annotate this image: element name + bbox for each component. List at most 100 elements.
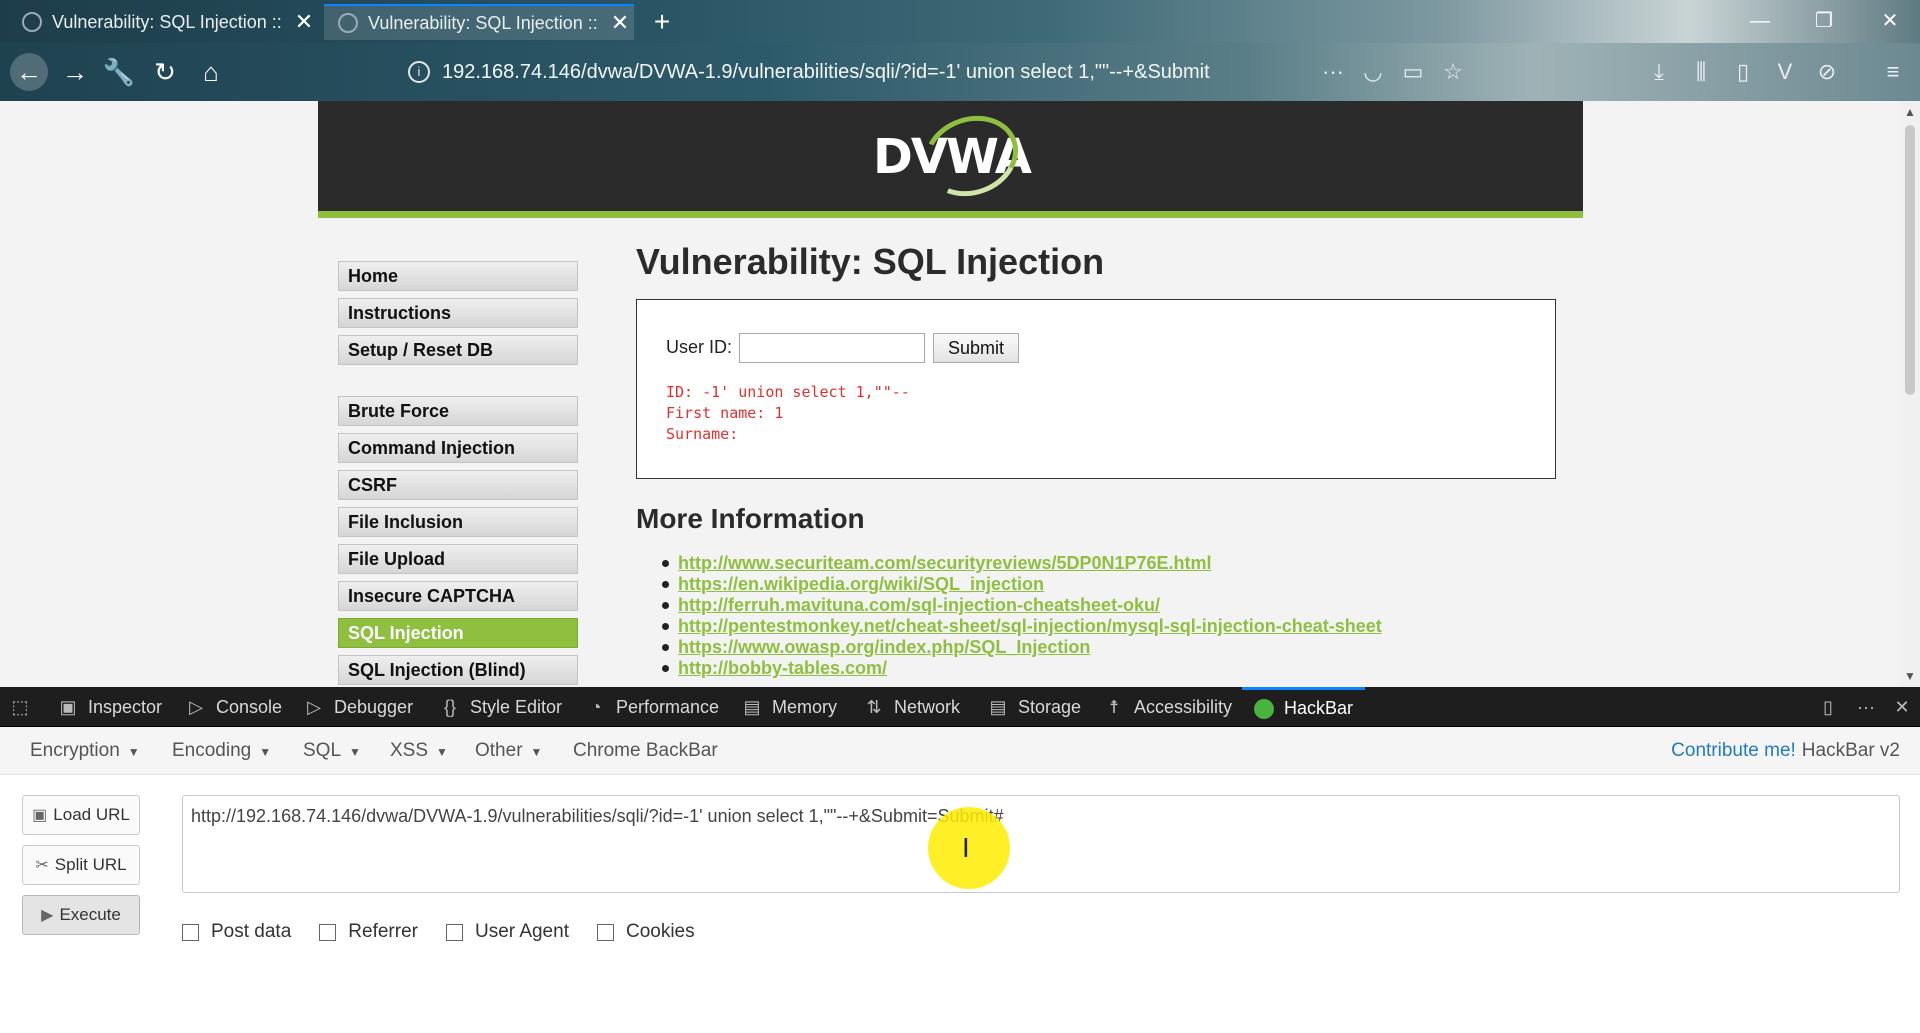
- vulnerable-code-area: User ID: Submit ID: -1' union select 1,"…: [636, 299, 1556, 479]
- tab-network[interactable]: ⇅ Network: [864, 687, 960, 727]
- user-id-input[interactable]: [739, 333, 925, 363]
- menu-item-setup-reset-db[interactable]: Setup / Reset DB: [338, 335, 578, 365]
- tab-debugger[interactable]: ▷ Debugger: [304, 687, 413, 727]
- execute-button[interactable]: ▶ Execute: [22, 895, 140, 935]
- bookmark-star-icon[interactable]: ☆: [1436, 55, 1470, 89]
- hackbar-icon: [1254, 698, 1274, 719]
- url-text[interactable]: 192.168.74.146/dvwa/DVWA-1.9/vulnerabili…: [442, 61, 1210, 84]
- button-label: Execute: [59, 905, 121, 924]
- devtools-tabbar: ⬚ ▣ Inspector ▷ Console ▷ Debugger {} Style …: [0, 687, 1920, 727]
- info-icon[interactable]: i: [408, 61, 430, 83]
- menu-xss[interactable]: XSS ▼: [390, 727, 448, 775]
- menu-item-home[interactable]: Home: [338, 261, 578, 291]
- scroll-up-icon[interactable]: ▲: [1900, 105, 1920, 119]
- menu-item-sql-injection-blind[interactable]: SQL Injection (Blind): [338, 655, 578, 685]
- reference-link[interactable]: https://www.owasp.org/index.php/SQL_Inje…: [678, 637, 1090, 657]
- split-url-button[interactable]: ✂ Split URL: [22, 845, 140, 885]
- page-actions-icon[interactable]: ···: [1316, 55, 1350, 89]
- tab-hackbar[interactable]: HackBar: [1242, 687, 1366, 727]
- forward-arrow-icon[interactable]: →: [56, 53, 94, 91]
- reader-view-icon[interactable]: ▭: [1396, 55, 1430, 89]
- hamburger-menu-icon[interactable]: ≡: [1876, 55, 1910, 89]
- reference-link[interactable]: http://bobby-tables.com/: [678, 658, 887, 678]
- tab-console[interactable]: ▷ Console: [186, 687, 282, 727]
- scroll-thumb[interactable]: [1905, 125, 1915, 395]
- menu-other[interactable]: Other ▼: [475, 727, 542, 775]
- post-data-checkbox[interactable]: Post data: [182, 921, 291, 943]
- tab-label: Style Editor: [470, 696, 563, 717]
- home-icon[interactable]: ⌂: [192, 53, 230, 91]
- sidebar-icon[interactable]: ▯: [1726, 55, 1760, 89]
- new-tab-plus-icon[interactable]: +: [644, 4, 680, 40]
- load-url-button[interactable]: ▣ Load URL: [22, 795, 140, 835]
- address-bar[interactable]: i 192.168.74.146/dvwa/DVWA-1.9/vulnerabi…: [398, 53, 1328, 91]
- browser-tab-1[interactable]: Vulnerability: SQL Injection :: ✕: [8, 4, 318, 40]
- library-icon[interactable]: ⫼: [1684, 55, 1718, 89]
- close-devtools-icon[interactable]: ✕: [1892, 687, 1920, 727]
- reference-link[interactable]: http://www.securiteam.com/securityreview…: [678, 553, 1212, 573]
- checkbox-box[interactable]: [445, 923, 463, 941]
- back-arrow-icon[interactable]: ←: [10, 53, 48, 91]
- dock-mode-icon[interactable]: ▯: [1818, 687, 1848, 727]
- hackbar-options: Post data Referrer User Agent Cookies: [182, 919, 723, 945]
- browser-tab-2[interactable]: Vulnerability: SQL Injection :: ✕: [324, 4, 634, 40]
- checkbox-box[interactable]: [182, 923, 199, 941]
- reference-link[interactable]: https://en.wikipedia.org/wiki/SQL_inject…: [678, 574, 1044, 594]
- close-window-icon[interactable]: ✕: [1870, 6, 1910, 36]
- reference-link[interactable]: http://ferruh.mavituna.com/sql-injection…: [678, 595, 1160, 615]
- download-icon[interactable]: ⤓: [1642, 55, 1676, 89]
- menu-encryption[interactable]: Encryption ▼: [30, 727, 140, 775]
- reference-links: http://www.securiteam.com/securityreview…: [662, 553, 1382, 679]
- extension-v-icon[interactable]: V: [1768, 55, 1802, 89]
- list-item: http://www.securiteam.com/securityreview…: [662, 553, 1382, 574]
- devtools-options-icon[interactable]: ···: [1856, 687, 1886, 727]
- tab-memory[interactable]: ▤ Memory: [742, 687, 837, 727]
- tab-label: Memory: [772, 696, 838, 717]
- query-result: ID: -1' union select 1,""-- First name: 1…: [666, 382, 910, 445]
- menu-item-instructions[interactable]: Instructions: [338, 298, 578, 328]
- hackbar-url-textarea[interactable]: http://192.168.74.146/dvwa/DVWA-1.9/vuln…: [182, 795, 1900, 893]
- option-label: User Agent: [474, 921, 569, 942]
- result-first-name-line: First name: 1: [666, 404, 784, 422]
- extension-block-icon[interactable]: ⊘: [1810, 55, 1844, 89]
- menu-label: Encryption: [30, 740, 120, 761]
- menu-item-command-injection[interactable]: Command Injection: [338, 433, 578, 463]
- pocket-icon[interactable]: ◡: [1356, 55, 1390, 89]
- tab-accessibility[interactable]: ☨ Accessibility: [1104, 687, 1232, 727]
- menu-item-insecure-captcha[interactable]: Insecure CAPTCHA: [338, 581, 578, 611]
- page-scrollbar[interactable]: ▲ ▼: [1900, 101, 1920, 687]
- menu-sql[interactable]: SQL ▼: [303, 727, 361, 775]
- contribute-link[interactable]: Contribute me!: [1671, 740, 1796, 761]
- menu-item-sql-injection[interactable]: SQL Injection: [338, 618, 578, 648]
- menu-label: Other: [475, 740, 523, 761]
- user-agent-checkbox[interactable]: User Agent: [445, 921, 569, 943]
- scroll-down-icon[interactable]: ▼: [1900, 669, 1920, 683]
- reference-link[interactable]: http://pentestmonkey.net/cheat-sheet/sql…: [678, 616, 1382, 636]
- menu-encoding[interactable]: Encoding ▼: [172, 727, 271, 775]
- menu-chrome-backbar[interactable]: Chrome BackBar: [573, 727, 718, 775]
- checkbox-box[interactable]: [596, 923, 614, 941]
- restore-icon[interactable]: ❐: [1804, 6, 1844, 36]
- element-picker-icon[interactable]: ⬚: [10, 687, 40, 727]
- inspector-icon: ▣: [59, 697, 77, 717]
- submit-button[interactable]: Submit: [933, 333, 1019, 363]
- close-tab-icon[interactable]: ✕: [606, 10, 634, 36]
- menu-item-brute-force[interactable]: Brute Force: [338, 396, 578, 426]
- menu-item-file-upload[interactable]: File Upload: [338, 544, 578, 574]
- close-tab-icon[interactable]: ✕: [290, 9, 318, 35]
- tab-inspector[interactable]: ▣ Inspector: [58, 687, 162, 727]
- menu-item-file-inclusion[interactable]: File Inclusion: [338, 507, 578, 537]
- cookies-checkbox[interactable]: Cookies: [596, 921, 695, 943]
- wrench-icon[interactable]: 🔧: [100, 53, 138, 91]
- minimize-icon[interactable]: —: [1740, 6, 1780, 36]
- referrer-checkbox[interactable]: Referrer: [319, 921, 418, 943]
- reload-icon[interactable]: ↻: [146, 53, 184, 91]
- logo-swoosh-icon: [912, 102, 1030, 210]
- tab-storage[interactable]: ▤ Storage: [988, 687, 1081, 727]
- tab-performance[interactable]: ◔ Performance: [586, 687, 719, 727]
- menu-item-csrf[interactable]: CSRF: [338, 470, 578, 500]
- caret-down-icon: ▼: [436, 745, 448, 759]
- performance-icon: ◔: [590, 697, 602, 717]
- tab-style-editor[interactable]: {} Style Editor: [440, 687, 562, 727]
- checkbox-box[interactable]: [319, 923, 337, 941]
